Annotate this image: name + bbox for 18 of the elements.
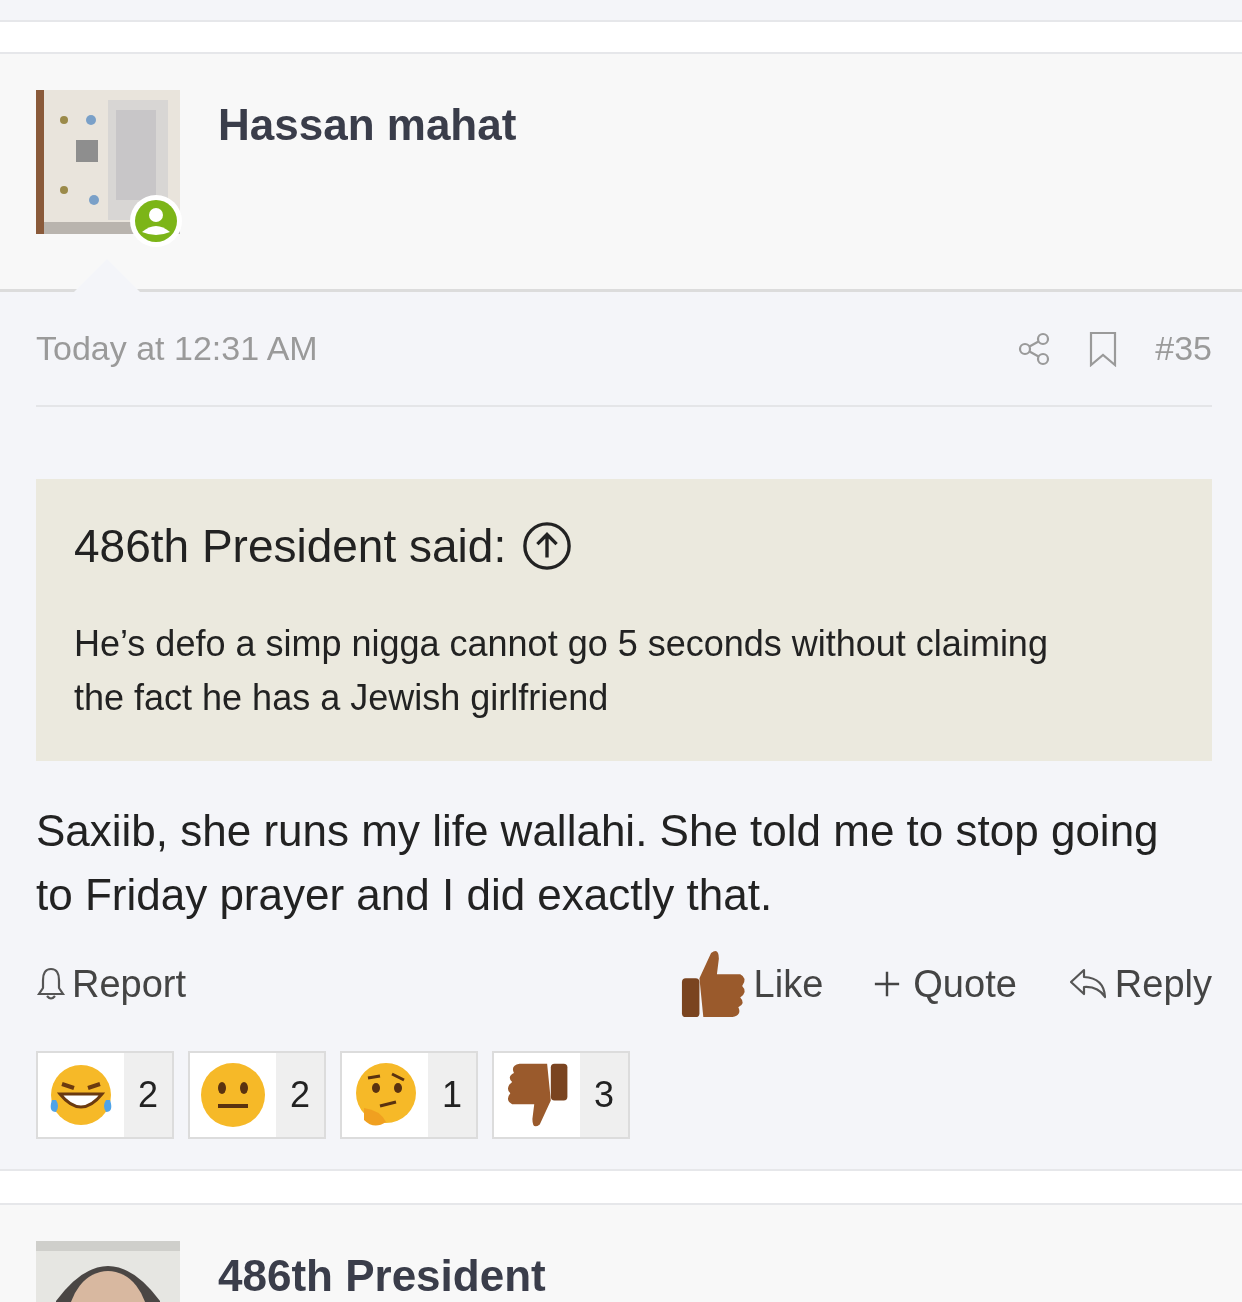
thinking-reaction[interactable]: 1 [340,1051,479,1139]
post-message: Saxiib, she runs my life wallahi. She told me to stop going to Friday prayer and I did exactly that. [36,805,1160,921]
share-icon[interactable] [1017,331,1052,366]
laugh-reaction[interactable]: 2 [36,1051,175,1139]
like-button[interactable]: Like [679,947,824,1021]
quote-text: He’s defo a simp nigga cannot go 5 seconds without claiming the fact he has a Jewish girlfriend [74,622,1049,720]
quote-attribution[interactable]: 486th President said: [74,519,507,573]
author-name[interactable]: Hassan mahat [218,100,517,150]
author-name[interactable]: 486th President [218,1251,546,1301]
reply-button[interactable]: Reply [1066,962,1212,1006]
quote-button[interactable]: Quote [873,962,1017,1006]
neutral-reaction[interactable]: 2 [188,1051,327,1139]
dislike-reaction[interactable]: 3 [492,1051,631,1139]
bell-icon [36,966,66,1002]
bookmark-icon[interactable] [1089,330,1118,367]
arrow-up-icon[interactable] [522,521,573,571]
plus-icon [873,970,902,998]
report-button[interactable]: Report [36,962,187,1006]
